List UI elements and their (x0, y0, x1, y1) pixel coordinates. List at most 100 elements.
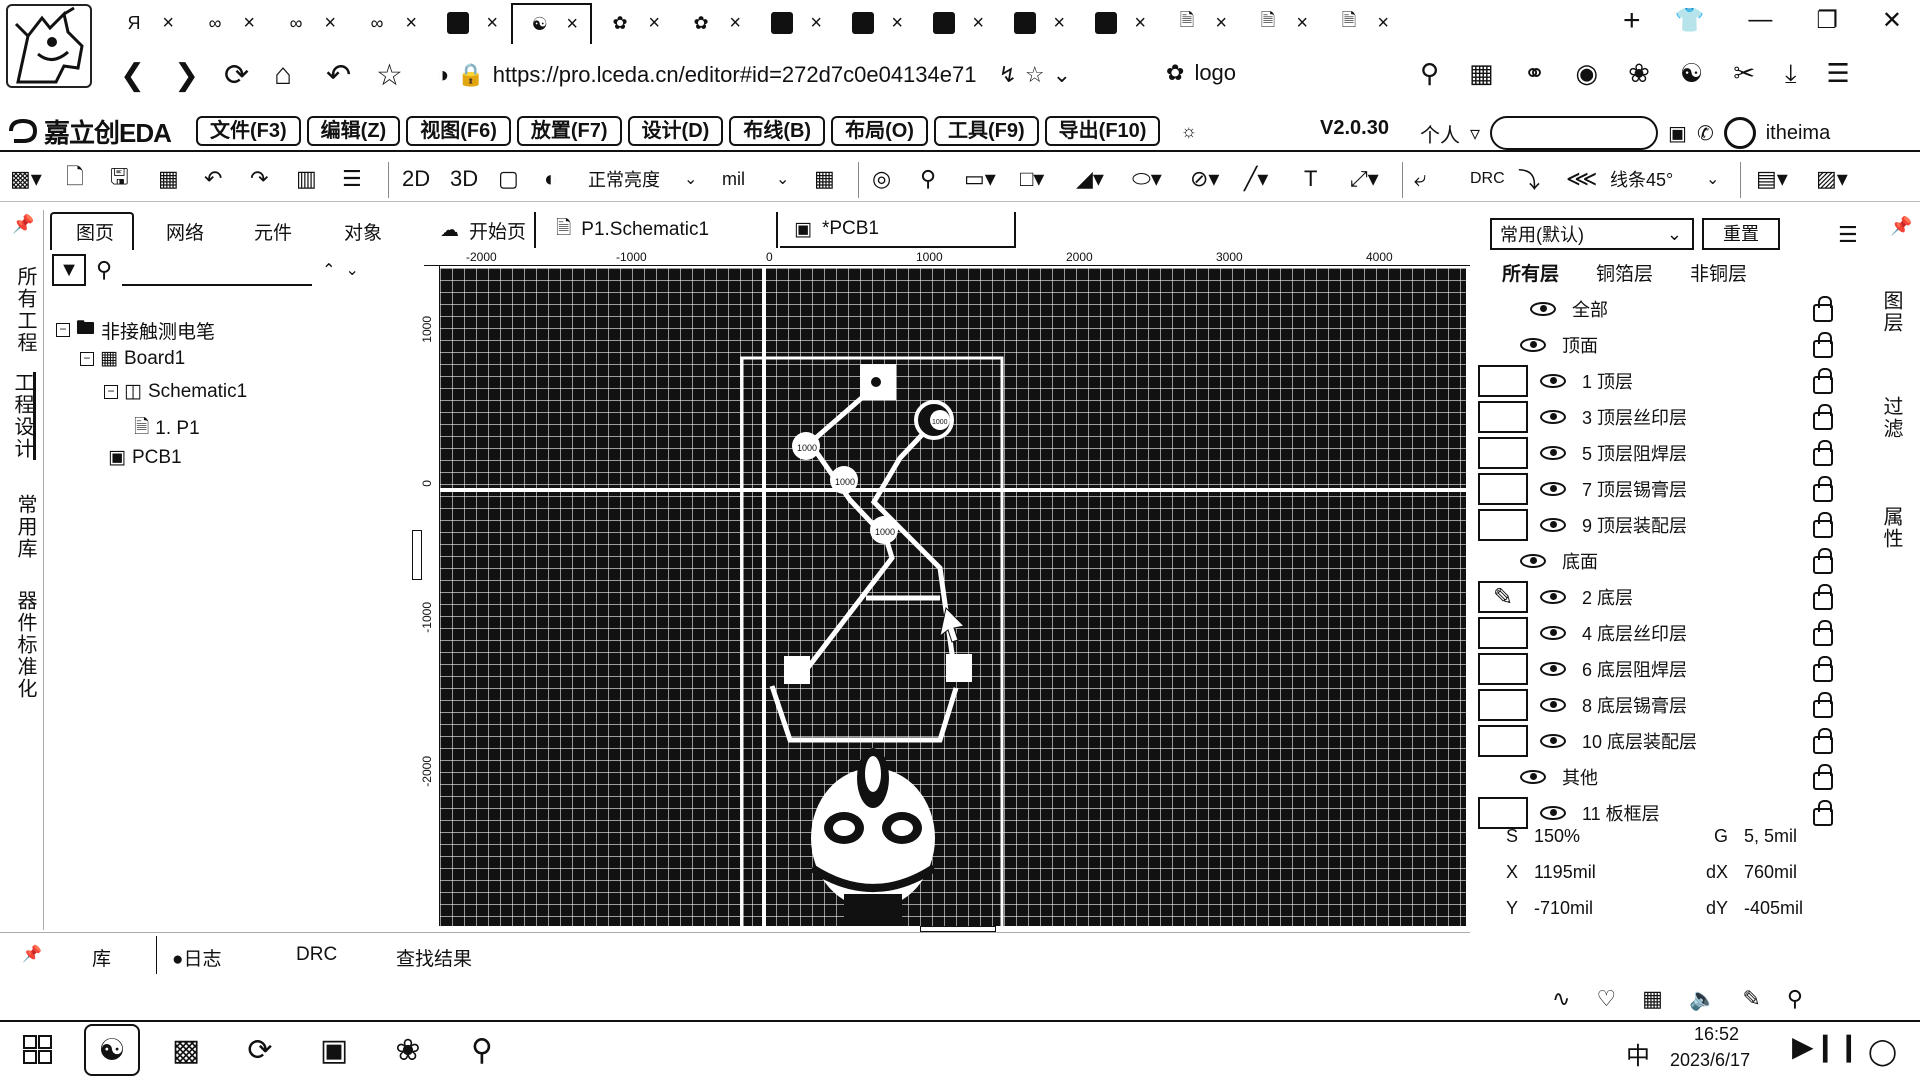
browser-tab[interactable]: × (997, 4, 1078, 42)
close-tab-icon[interactable]: × (162, 12, 174, 35)
lock-icon[interactable] (1813, 332, 1833, 358)
import-icon[interactable]: ⤶ (1414, 164, 1426, 194)
view-2d-button[interactable]: 2D (402, 164, 430, 194)
close-tab-icon[interactable]: × (1053, 12, 1065, 35)
taskbar-app-chatgpt-icon[interactable]: ❀ (380, 1024, 436, 1076)
close-tab-icon[interactable]: × (891, 12, 903, 35)
pcb-canvas[interactable]: 1000 1000 1000 1000 (440, 268, 1466, 926)
lock-icon[interactable] (1813, 440, 1833, 466)
doc-tab-pcb[interactable]: ▣ *PCB1 (780, 212, 1016, 248)
lock-icon[interactable] (1813, 476, 1833, 502)
pin-icon[interactable]: 📌 (22, 944, 42, 964)
rail-tab-project-design[interactable]: 工程设计 (10, 372, 36, 460)
close-tab-icon[interactable]: × (1134, 12, 1146, 35)
layer-row[interactable]: 4 底层丝印层 (1478, 616, 1848, 650)
tab-find-results[interactable]: 查找结果 (396, 944, 472, 971)
eye-icon[interactable] (1540, 446, 1566, 460)
menu-item[interactable]: 文件(F3) (196, 116, 301, 146)
eye-icon[interactable] (1530, 302, 1556, 316)
heart-icon[interactable]: ♡ (1596, 986, 1616, 1012)
pin-icon[interactable]: 📌 (12, 214, 34, 235)
layer-row[interactable]: 1 顶层 (1478, 364, 1848, 398)
side-tab-layers[interactable]: 图层 (1876, 290, 1906, 334)
tree-item-project[interactable]: − 🖿 非接触测电笔 (56, 314, 215, 346)
shirt-icon[interactable]: 👕 (1674, 6, 1704, 35)
browser-tab[interactable]: 🗎 × (1321, 4, 1402, 42)
shield-icon[interactable]: ◑ (436, 62, 449, 88)
new-tab-button[interactable]: + (1623, 6, 1641, 36)
menu-item[interactable]: 放置(F7) (516, 116, 622, 146)
new-file-icon[interactable]: 🗋 (66, 164, 84, 194)
layer-color-swatch[interactable] (1478, 365, 1528, 397)
layer-row[interactable]: 3 顶层丝印层 (1478, 400, 1848, 434)
tab-drc[interactable]: DRC (296, 944, 337, 966)
zoom-area-icon[interactable]: ▢ (498, 164, 519, 194)
redo-icon[interactable]: ↷ (250, 164, 268, 194)
eye-icon[interactable] (1540, 410, 1566, 424)
lock-icon[interactable] (1813, 728, 1833, 754)
browser-tab[interactable]: ✿ × (592, 4, 673, 42)
close-tab-icon[interactable]: × (405, 12, 417, 35)
close-tab-icon[interactable]: × (324, 12, 336, 35)
rail-tab-all-projects[interactable]: 所有工程 (10, 266, 36, 354)
lock-icon[interactable] (1813, 296, 1833, 322)
url-field[interactable]: ◑ 🔒 https://pro.lceda.cn/editor#id=272d7… (436, 58, 1106, 92)
filter-icon[interactable]: ▼ (52, 254, 86, 286)
eye-icon[interactable] (1520, 338, 1546, 352)
layer-color-swatch[interactable] (1478, 401, 1528, 433)
chevron-down-icon[interactable]: ⌄ (346, 260, 359, 280)
lightning-icon[interactable]: ↯ (998, 62, 1016, 88)
probe-icon[interactable]: ⚲ (920, 164, 936, 194)
eye-icon[interactable] (1540, 518, 1566, 532)
layer-color-swatch[interactable] (1478, 437, 1528, 469)
favorite-star-icon[interactable]: ☆ (376, 58, 403, 93)
browser-tab[interactable]: ✿ × (673, 4, 754, 42)
drop-icon[interactable]: ◉ (1575, 58, 1598, 90)
layer-row[interactable]: 其他 (1478, 760, 1848, 794)
search-input[interactable] (122, 254, 313, 286)
reset-button[interactable]: 重置 (1702, 218, 1780, 250)
tab-library[interactable]: 库 (92, 944, 111, 971)
eye-icon[interactable] (1540, 698, 1566, 712)
chevron-down-icon[interactable]: ⌄ (684, 164, 697, 194)
lock-icon[interactable] (1813, 692, 1833, 718)
tab-nets[interactable]: 网络 (166, 218, 204, 245)
lock-icon[interactable] (1813, 584, 1833, 610)
browser-tab[interactable]: ☯ × (511, 2, 592, 44)
close-tab-icon[interactable]: × (486, 12, 498, 35)
lock-icon[interactable] (1813, 548, 1833, 574)
media-controls-icon[interactable]: ▶❙❙ (1792, 1030, 1860, 1063)
eye-icon[interactable] (1540, 482, 1566, 496)
chatgpt-icon[interactable]: ❀ (1628, 58, 1650, 90)
chevron-up-icon[interactable]: ⌃ (322, 260, 335, 280)
lock-icon[interactable] (1813, 620, 1833, 646)
minimize-icon[interactable]: — (1748, 6, 1772, 35)
layer-row[interactable]: 11 板框层 (1478, 796, 1848, 830)
grid-icon[interactable]: ▦ (1469, 58, 1494, 90)
eye-icon[interactable] (1540, 662, 1566, 676)
tab-non-copper-layers[interactable]: 非铜层 (1690, 259, 1747, 286)
text-icon[interactable]: T (1304, 164, 1317, 194)
layer-color-swatch[interactable]: ✎ (1478, 581, 1528, 613)
menu-item[interactable]: 布局(O) (831, 116, 928, 146)
layer-settings-icon[interactable]: ☰ (1838, 222, 1858, 248)
menu-item[interactable]: 编辑(Z) (306, 116, 401, 146)
chevron-down-icon[interactable]: ⌄ (776, 164, 789, 194)
tab-copper-layers[interactable]: 铜箔层 (1596, 259, 1653, 286)
tree-item-board[interactable]: − ▦ Board1 (80, 347, 185, 370)
menu-item[interactable]: 设计(D) (627, 116, 724, 146)
browser-tab[interactable]: 🗎 × (1159, 4, 1240, 42)
zoom-fit-icon[interactable]: ▥ (296, 164, 317, 194)
user-name[interactable]: itheima (1766, 122, 1830, 145)
no-entry-icon[interactable]: ⊘▾ (1190, 164, 1219, 194)
close-tab-icon[interactable]: × (972, 12, 984, 35)
menu-item[interactable]: 工具(F9) (933, 116, 1039, 146)
line-icon[interactable]: ╱▾ (1244, 164, 1268, 194)
close-tab-icon[interactable]: × (1296, 12, 1308, 35)
windows-start-icon[interactable] (10, 1024, 66, 1076)
dimension-icon[interactable]: ⤢▾ (1350, 164, 1379, 194)
layer-color-swatch[interactable] (1478, 653, 1528, 685)
lock-icon[interactable] (1813, 764, 1833, 790)
lock-icon[interactable] (1813, 368, 1833, 394)
eye-icon[interactable] (1540, 590, 1566, 604)
